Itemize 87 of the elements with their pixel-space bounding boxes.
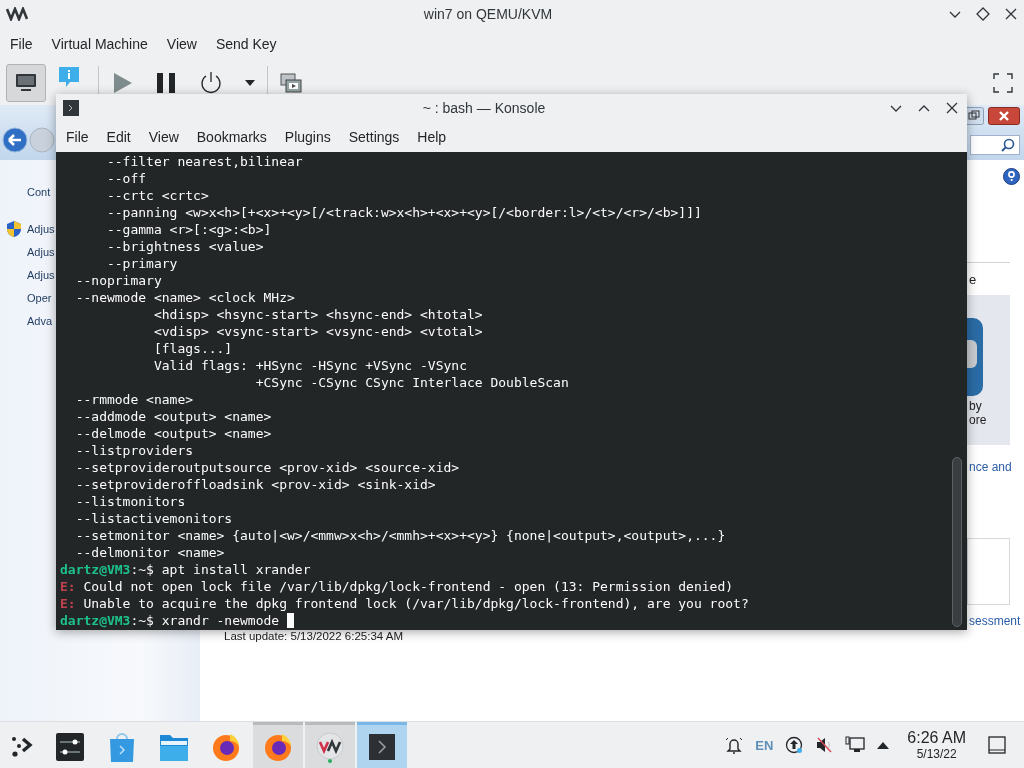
taskbar-button[interactable] (357, 722, 407, 768)
menu-item[interactable]: View (148, 128, 179, 145)
terminal-line: --setprovideroutputsource <prov-xid> <source-xid> (74, 459, 460, 476)
terminal-line: --primary (105, 255, 178, 272)
terminal-line: <vdisp> <vsync-start> <vsync-end> <vtotal> (152, 323, 483, 340)
back-button[interactable] (2, 127, 28, 153)
alarm-icon[interactable] (725, 736, 744, 754)
menu-item[interactable]: Plugins (284, 128, 331, 145)
pause-icon[interactable] (155, 71, 177, 94)
settings-icon (54, 730, 86, 763)
menu-item[interactable]: Send Key (215, 36, 277, 52)
menu-item[interactable]: Bookmarks (196, 128, 267, 145)
nav-link[interactable]: Oper (27, 291, 52, 304)
terminal-line: Valid flags: +HSync -HSync +VSync -VSync (152, 357, 467, 374)
terminal-line: --off (105, 170, 147, 187)
terminal-line: --addmode <output> <name> (74, 408, 272, 425)
muted-speaker-icon[interactable] (815, 736, 834, 754)
menu-item[interactable]: View (166, 36, 197, 52)
logo-icon (6, 7, 28, 21)
menu-item[interactable]: Virtual Machine (51, 36, 148, 52)
close-button[interactable] (1004, 7, 1018, 21)
terminal-line: --delmonitor <name> (74, 544, 225, 561)
link[interactable]: nce and (969, 460, 1024, 474)
search-field[interactable] (970, 135, 1020, 155)
menu-item[interactable]: File (10, 36, 33, 52)
update-icon[interactable] (785, 736, 804, 754)
terminal-line: --listactivemonitors (74, 510, 233, 527)
expand-tray-icon[interactable] (877, 741, 890, 749)
terminal-line: --listmonitors (74, 493, 186, 510)
terminal-line: --panning <w>x<h>[+<x>+<y>[/<track:w>x<h>+<x>+<y>[/<border:l>/<t>/<r>/<b>]]] (105, 204, 702, 221)
screens-icon[interactable] (280, 72, 302, 93)
terminal-line: dartz@VM3:~$ apt install xrander (60, 561, 311, 578)
terminal-line: --newmode <name> <clock MHz> (74, 289, 295, 306)
menu-item[interactable]: Edit (106, 128, 131, 145)
terminal-line: --brightness <value> (105, 238, 264, 255)
panel-box (967, 538, 1010, 605)
terminal-line: --delmode <output> <name> (74, 425, 272, 442)
nav-link[interactable]: Cont (27, 185, 51, 198)
nav-link[interactable]: Adva (27, 314, 53, 327)
tile-caption: ore (969, 413, 988, 427)
window-title: win7 on QEMU/KVM (422, 6, 554, 22)
close-button[interactable] (988, 107, 1020, 125)
terminal-line: --listproviders (74, 442, 194, 459)
close-button[interactable] (945, 100, 959, 115)
terminal-line: E: Could not open lock file /var/lib/dpkg/lock-frontend - open (13: Permission denied) (60, 578, 734, 595)
clock-date[interactable]: 5/13/22 (916, 747, 957, 761)
terminal-line: --filter nearest,bilinear (105, 153, 303, 170)
terminal-line: [flags...] (152, 340, 233, 357)
taskbar-button[interactable] (305, 722, 355, 768)
menu-item[interactable]: File (66, 128, 89, 145)
dropdown-caret-icon[interactable] (245, 79, 255, 86)
terminal-line: E: Unable to acquire the dpkg frontend lock (/var/lib/dpkg/lock-frontend), are you root? (60, 595, 749, 612)
terminal-line: --crtc <crtc> (105, 187, 209, 204)
shield-icon (7, 220, 21, 237)
help-icon[interactable] (1003, 168, 1020, 185)
terminal-line: --setmonitor <name> {auto|<w>/<mmw>x<h>/<mmh>+<x>+<y>} {none|<output>,<output>,...} (74, 527, 726, 544)
search-icon (1001, 138, 1015, 152)
link[interactable]: sessment (969, 614, 1024, 628)
terminal-line: --noprimary (74, 272, 162, 289)
menu-item[interactable]: Settings (348, 128, 400, 145)
terminal-line: --rmmode <name> (74, 391, 194, 408)
status-text: Last update: 5/13/2022 6:25:34 AM (224, 630, 405, 642)
terminal-line: +CSync -CSync CSync Interlace DoubleScan (254, 374, 569, 391)
menu-item[interactable]: Help (417, 128, 447, 145)
fullscreen-icon[interactable] (993, 72, 1013, 93)
window-title: ~ : bash — Konsole (421, 99, 547, 116)
terminal-icon (63, 99, 79, 116)
tile-caption: by (969, 399, 983, 413)
info-icon (57, 64, 81, 89)
nav-link[interactable]: Adjus (27, 222, 55, 235)
nav-link[interactable]: Adjus (27, 245, 55, 258)
scrollbar-thumb[interactable] (952, 457, 962, 627)
network-icon[interactable] (845, 736, 866, 754)
heading-text: e (969, 272, 978, 287)
taskbar-button[interactable] (253, 722, 303, 768)
clock-time[interactable]: 6:26 AM (907, 729, 966, 747)
monitor-button[interactable] (6, 63, 46, 102)
power-icon[interactable] (199, 70, 223, 95)
play-icon[interactable] (111, 71, 133, 94)
terminal-line: --setprovideroffloadsink <prov-xid> <sink-xid> (74, 476, 436, 493)
terminal-line: --gamma <r>[:<g>:<b>] (105, 221, 272, 238)
terminal-line: dartz@VM3:~$ xrandr -newmode (60, 612, 280, 629)
show-desktop-icon[interactable] (988, 736, 1006, 754)
nav-link[interactable]: Adjus (27, 268, 55, 281)
vm-icon (314, 730, 346, 763)
maximize-button[interactable] (976, 7, 990, 21)
terminal-line: <hdisp> <hsync-start> <hsync-end> <htotal> (152, 306, 483, 323)
